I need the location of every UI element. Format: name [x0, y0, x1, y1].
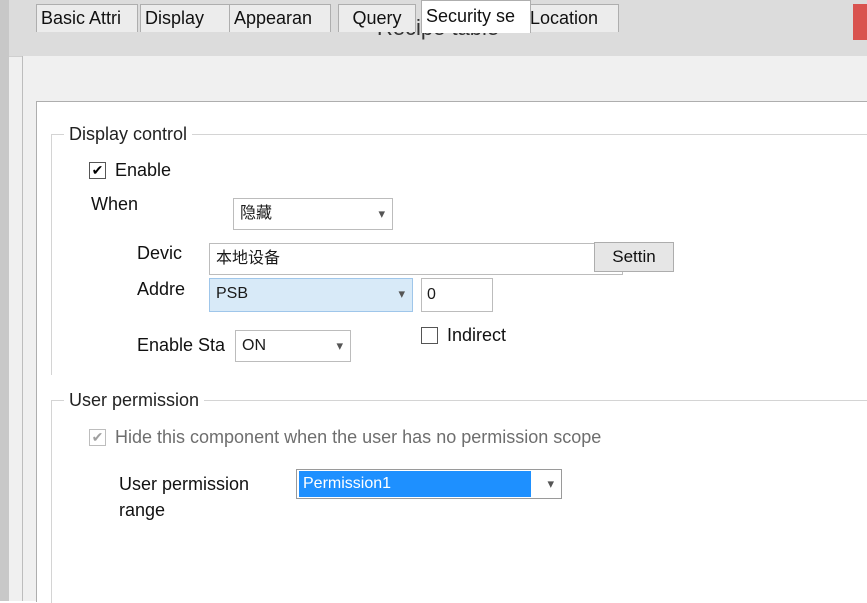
hide-component-checkbox[interactable]: ✔ [89, 429, 106, 446]
device-label: Devic [137, 243, 183, 263]
enable-state-label: Enable Sta [137, 335, 226, 355]
display-control-legend: Display control [64, 124, 193, 145]
settings-button[interactable]: Settin [594, 242, 674, 272]
chevron-down-icon: ▾ [378, 206, 385, 221]
chevron-down-icon: ▾ [398, 286, 405, 301]
enable-label: Enable [115, 160, 172, 180]
when-select-value: 隐藏 [240, 205, 273, 222]
device-select[interactable]: 本地设备 ▾ [209, 243, 623, 275]
enable-checkbox[interactable]: ✔ [89, 162, 106, 179]
device-select-value: 本地设备 [216, 250, 281, 267]
address-label: Addre [137, 279, 186, 299]
indirect-label: Indirect [447, 325, 507, 345]
tab-security-settings[interactable]: Security se [421, 0, 531, 33]
enable-state-value: ON [242, 337, 266, 354]
permission-range-label: User permission [119, 474, 250, 494]
chevron-down-icon: ▾ [336, 338, 343, 353]
permission-range-select[interactable]: Permission1 ▾ [296, 469, 562, 499]
tab-display[interactable]: Display [140, 4, 230, 32]
tab-query[interactable]: Query [338, 4, 416, 32]
hide-component-label: Hide this component when the user has no… [115, 427, 602, 447]
security-settings-panel: Display control ✔ Enable When 隐藏 ▾ Devic… [36, 101, 867, 603]
tab-appearance[interactable]: Appearan [229, 4, 331, 32]
recipe-table-dialog: Recipe table Basic Attri Display Appeara… [0, 0, 867, 603]
window-left-border [0, 0, 9, 601]
permission-range-label-line2: range [119, 500, 166, 520]
enable-state-select[interactable]: ON ▾ [235, 330, 351, 362]
address-input[interactable]: 0 [421, 278, 493, 312]
address-type-value: PSB [216, 285, 249, 302]
close-button[interactable] [853, 4, 867, 40]
when-select[interactable]: 隐藏 ▾ [233, 198, 393, 230]
chevron-down-icon: ▾ [547, 476, 554, 491]
address-type-select[interactable]: PSB ▾ [209, 278, 413, 312]
indirect-checkbox[interactable] [421, 327, 438, 344]
permission-range-value: Permission1 [299, 471, 531, 497]
tab-basic-attributes[interactable]: Basic Attri [36, 4, 138, 32]
when-label: When [91, 194, 139, 214]
user-permission-legend: User permission [64, 390, 205, 411]
tab-location[interactable]: Location [525, 4, 619, 32]
